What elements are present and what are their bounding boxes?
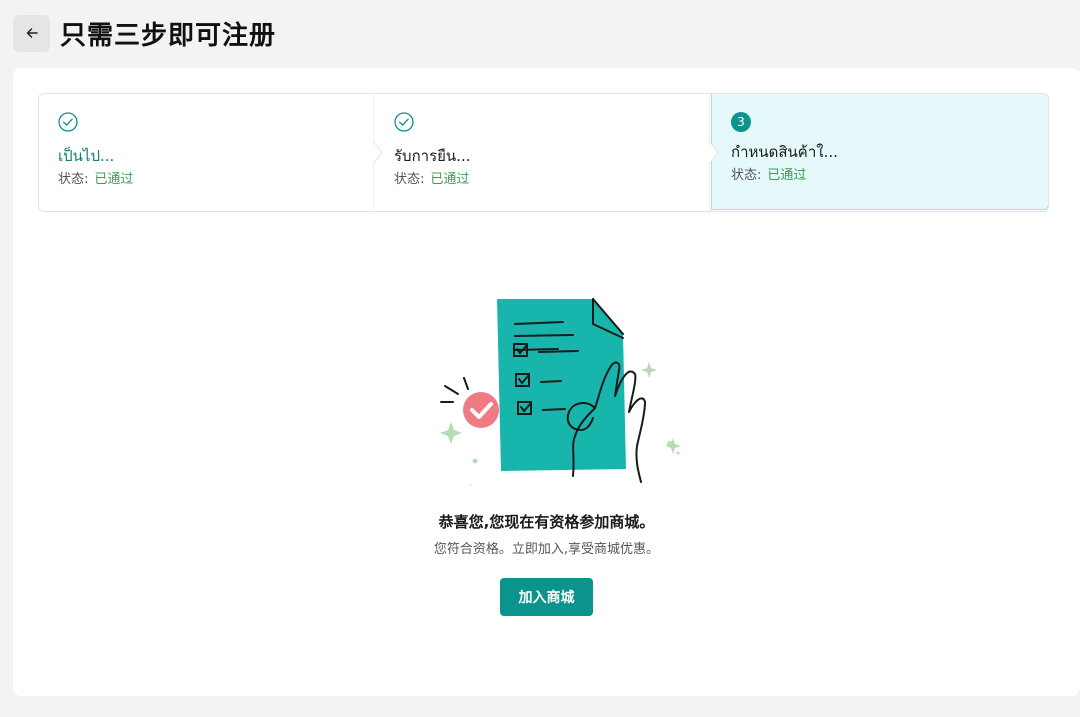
check-circle-icon [394, 112, 414, 132]
main-card: เป็นไป... 状态: 已通过 รับการยืน... 状态: 已通过 3… [13, 68, 1080, 696]
sparkle-icon [665, 438, 681, 454]
sparkle-icon [440, 422, 462, 444]
step-1[interactable]: เป็นไป... 状态: 已通过 [39, 94, 383, 211]
step-status: 状态: 已通过 [731, 167, 1048, 185]
page-header: 只需三步即可注册 [13, 14, 276, 52]
status-label: 状态: [58, 172, 89, 187]
success-subtext: 您符合资格。立即加入,享受商城优惠。 [433, 542, 660, 557]
step-status: 状态: 已通过 [58, 171, 375, 189]
back-button[interactable] [13, 14, 50, 52]
step-divider-chevron [709, 94, 719, 211]
step-title: เป็นไป... [58, 147, 115, 165]
status-value: 已通过 [430, 172, 470, 187]
steps-bar: เป็นไป... 状态: 已通过 รับการยืน... 状态: 已通过 3… [38, 93, 1049, 212]
status-value: 已通过 [767, 168, 807, 183]
join-mall-button[interactable]: 加入商城 [500, 578, 593, 616]
status-label: 状态: [394, 172, 425, 187]
page-title: 只需三步即可注册 [60, 20, 277, 51]
status-value: 已通过 [94, 172, 134, 187]
step-3[interactable]: 3 กำหนดสินค้าใ... 状态: 已通过 [711, 94, 1048, 210]
step-2[interactable]: รับการยืน... 状态: 已通过 [375, 94, 719, 211]
sparkle-icon [470, 484, 472, 486]
step-title: รับการยืน... [394, 147, 471, 165]
step-divider-chevron [373, 94, 383, 211]
step-title: กำหนดสินค้าใ... [731, 143, 838, 161]
check-circle-icon [58, 112, 78, 132]
approved-checklist-illustration [440, 298, 681, 486]
step-status: 状态: 已通过 [394, 171, 711, 189]
step-number-badge: 3 [731, 112, 751, 132]
sparkle-icon [641, 362, 657, 378]
status-label: 状态: [731, 168, 762, 183]
success-headline: 恭喜您,您现在有资格参加商城。 [438, 513, 655, 531]
arrow-left-icon [26, 28, 38, 38]
